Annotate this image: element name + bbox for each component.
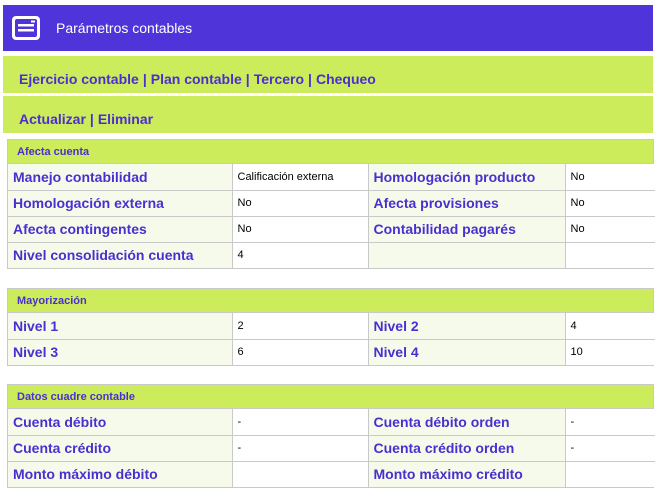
- table-row: Afecta contingentes No Contabilidad paga…: [8, 215, 655, 243]
- window-panel-icon: [12, 16, 40, 40]
- field-value: -: [231, 409, 369, 436]
- section-afecta-cuenta: Afecta cuenta Manejo contabilidad Califi…: [7, 139, 655, 269]
- nav-separator: |: [308, 71, 312, 87]
- nav-plan-contable[interactable]: Plan contable: [151, 71, 242, 87]
- title-bar: Parámetros contables: [3, 5, 653, 51]
- field-label: Contabilidad pagarés: [367, 215, 566, 243]
- field-label: Cuenta crédito: [8, 434, 233, 462]
- table-row: Manejo contabilidad Calificación externa…: [8, 164, 655, 191]
- section-title: Afecta cuenta: [8, 140, 653, 164]
- field-value: -: [231, 434, 369, 462]
- field-label: Nivel 2: [367, 313, 566, 340]
- field-label: Cuenta crédito orden: [367, 434, 566, 462]
- nav-chequeo[interactable]: Chequeo: [316, 71, 376, 87]
- field-label: Afecta provisiones: [367, 189, 566, 217]
- field-value: [231, 460, 369, 487]
- field-label: Cuenta débito orden: [367, 409, 566, 436]
- field-label: Monto máximo débito: [8, 460, 233, 487]
- section-title: Mayorización: [8, 289, 653, 313]
- section-title: Datos cuadre contable: [8, 385, 653, 409]
- field-label: Manejo contabilidad: [8, 164, 233, 191]
- field-value: No: [231, 189, 369, 217]
- table-row: Nivel 1 2 Nivel 2 4: [8, 313, 655, 340]
- field-value: -: [564, 434, 655, 462]
- field-value: 2: [231, 313, 369, 340]
- field-value: 4: [231, 241, 369, 268]
- field-label: Homologación producto: [367, 164, 566, 191]
- field-value: 10: [564, 338, 655, 365]
- table-row: Cuenta débito - Cuenta débito orden -: [8, 409, 655, 436]
- mayorizacion-table: Nivel 1 2 Nivel 2 4 Nivel 3 6 Nivel 4 10: [8, 313, 655, 365]
- field-value: 6: [231, 338, 369, 365]
- action-separator: |: [89, 111, 94, 127]
- field-value: [564, 241, 655, 268]
- field-label: Nivel 1: [8, 313, 233, 340]
- cuadre-contable-table: Cuenta débito - Cuenta débito orden - Cu…: [8, 409, 655, 487]
- field-label: Nivel 4: [367, 338, 566, 365]
- field-value: No: [231, 215, 369, 243]
- field-value: [564, 460, 655, 487]
- field-label: Monto máximo crédito: [367, 460, 566, 487]
- field-label: Afecta contingentes: [8, 215, 233, 243]
- afecta-cuenta-table: Manejo contabilidad Calificación externa…: [8, 164, 655, 268]
- field-label: Homologación externa: [8, 189, 233, 217]
- field-value: 4: [564, 313, 655, 340]
- page-title: Parámetros contables: [56, 20, 193, 36]
- nav-tercero[interactable]: Tercero: [254, 71, 304, 87]
- actualizar-button[interactable]: Actualizar: [19, 111, 86, 127]
- nav-ejercicio-contable[interactable]: Ejercicio contable: [19, 71, 139, 87]
- section-datos-cuadre-contable: Datos cuadre contable Cuenta débito - Cu…: [7, 384, 655, 488]
- table-row: Monto máximo débito Monto máximo crédito: [8, 460, 655, 487]
- field-value: No: [564, 164, 655, 191]
- navigation-bar: Ejercicio contable | Plan contable | Ter…: [3, 56, 653, 93]
- field-label: Cuenta débito: [8, 409, 233, 436]
- field-label: Nivel 3: [8, 338, 233, 365]
- eliminar-button[interactable]: Eliminar: [98, 111, 153, 127]
- table-row: Homologación externa No Afecta provision…: [8, 189, 655, 217]
- section-mayorizacion: Mayorización Nivel 1 2 Nivel 2 4 Nivel 3…: [7, 288, 655, 366]
- field-value: Calificación externa: [231, 164, 369, 191]
- nav-separator: |: [142, 71, 147, 87]
- field-value: No: [564, 189, 655, 217]
- nav-separator: |: [245, 71, 250, 87]
- field-label: Nivel consolidación cuenta: [8, 241, 233, 268]
- action-bar: Actualizar | Eliminar: [3, 96, 653, 133]
- table-row: Cuenta crédito - Cuenta crédito orden -: [8, 434, 655, 462]
- field-value: -: [564, 409, 655, 436]
- field-label: [367, 241, 566, 268]
- table-row: Nivel 3 6 Nivel 4 10: [8, 338, 655, 365]
- table-row: Nivel consolidación cuenta 4: [8, 241, 655, 268]
- field-value: No: [564, 215, 655, 243]
